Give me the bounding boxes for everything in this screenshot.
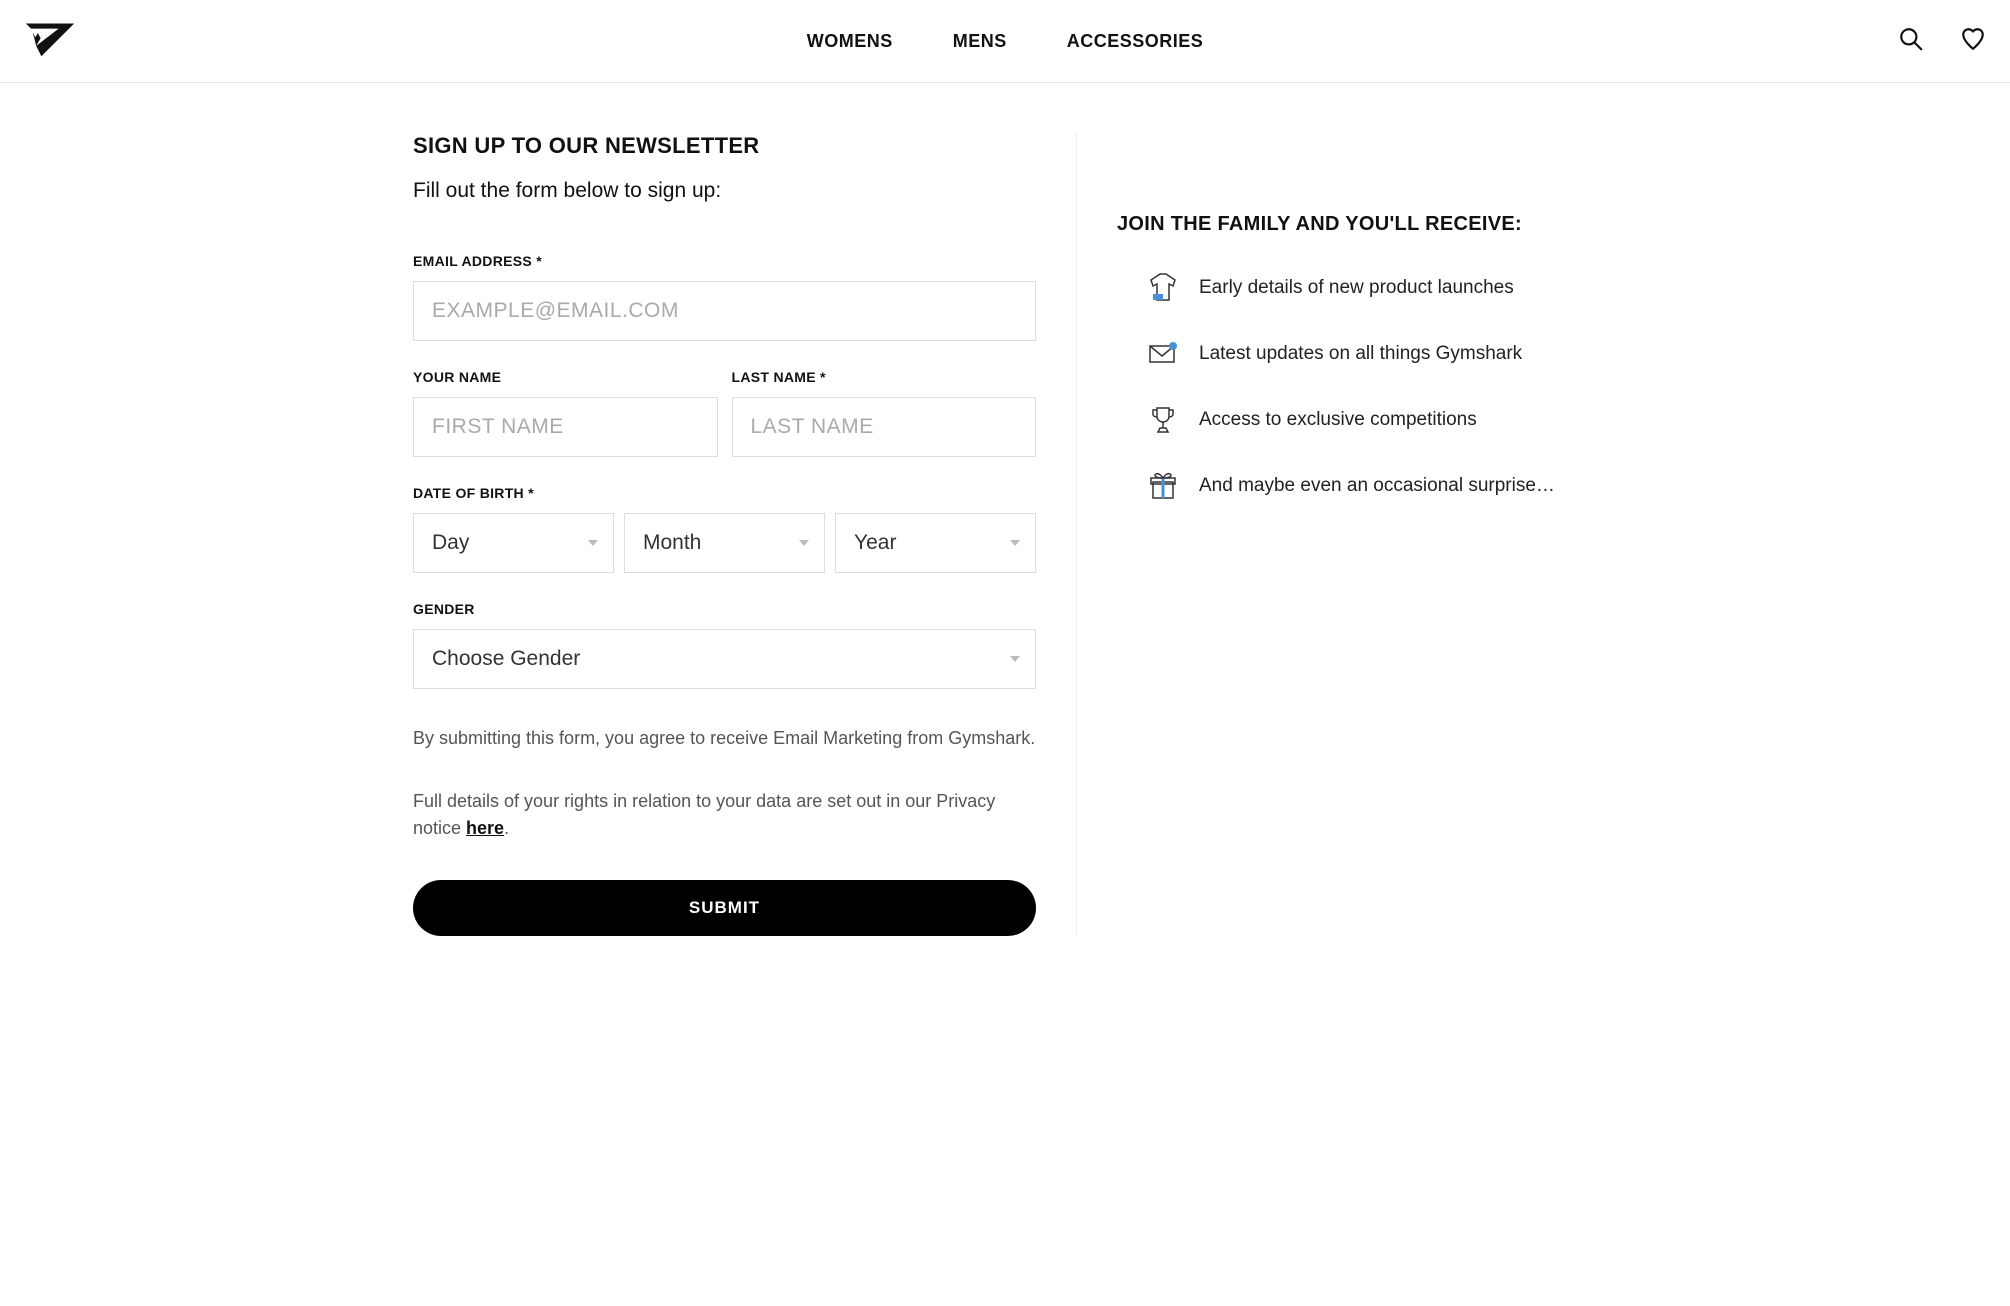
disclaimer-privacy: Full details of your rights in relation … [413, 788, 1036, 842]
gift-icon [1147, 470, 1179, 502]
firstname-input[interactable] [413, 397, 718, 457]
email-label: EMAIL ADDRESS * [413, 253, 1036, 269]
lastname-field-group: LAST NAME * [732, 369, 1037, 457]
submit-button[interactable]: SUBMIT [413, 880, 1036, 936]
brand-logo[interactable] [24, 20, 76, 63]
gender-field-group: GENDER Choose Gender [413, 601, 1036, 689]
main-nav: WOMENS MENS ACCESSORIES [807, 31, 1204, 52]
wishlist-icon[interactable] [1960, 26, 1986, 57]
nav-mens[interactable]: MENS [953, 31, 1007, 52]
gender-label: GENDER [413, 601, 1036, 617]
benefit-item: Latest updates on all things Gymshark [1117, 338, 1605, 370]
trophy-icon [1147, 404, 1179, 436]
form-column: SIGN UP TO OUR NEWSLETTER Fill out the f… [405, 133, 1077, 936]
site-header: WOMENS MENS ACCESSORIES [0, 0, 2010, 83]
benefit-item: Early details of new product launches [1117, 272, 1605, 304]
benefit-item: Access to exclusive competitions [1117, 404, 1605, 436]
dob-label: DATE OF BIRTH * [413, 485, 1036, 501]
dob-year-select[interactable]: Year [835, 513, 1036, 573]
benefit-text: Early details of new product launches [1199, 277, 1514, 299]
benefit-text: Latest updates on all things Gymshark [1199, 343, 1522, 365]
page-title: SIGN UP TO OUR NEWSLETTER [413, 133, 1036, 159]
lastname-label: LAST NAME * [732, 369, 1037, 385]
nav-womens[interactable]: WOMENS [807, 31, 893, 52]
privacy-link[interactable]: here [466, 818, 504, 838]
header-icons [1898, 26, 1986, 57]
tshirt-icon [1147, 272, 1179, 304]
gender-select[interactable]: Choose Gender [413, 629, 1036, 689]
disclaimer-privacy-post: . [504, 818, 509, 838]
email-input[interactable] [413, 281, 1036, 341]
logo-icon [24, 20, 76, 58]
info-title: JOIN THE FAMILY AND YOU'LL RECEIVE: [1117, 213, 1605, 236]
page-container: SIGN UP TO OUR NEWSLETTER Fill out the f… [405, 83, 1605, 986]
mail-icon [1147, 338, 1179, 370]
dob-field-group: DATE OF BIRTH * Day Month Year [413, 485, 1036, 573]
nav-accessories[interactable]: ACCESSORIES [1067, 31, 1204, 52]
search-icon[interactable] [1898, 26, 1924, 57]
info-column: JOIN THE FAMILY AND YOU'LL RECEIVE: Earl… [1077, 133, 1605, 936]
lastname-input[interactable] [732, 397, 1037, 457]
firstname-field-group: YOUR NAME [413, 369, 718, 457]
benefit-item: And maybe even an occasional surprise… [1117, 470, 1605, 502]
benefit-text: Access to exclusive competitions [1199, 409, 1477, 431]
email-field-group: EMAIL ADDRESS * [413, 253, 1036, 341]
benefit-text: And maybe even an occasional surprise… [1199, 475, 1555, 497]
dob-day-select[interactable]: Day [413, 513, 614, 573]
firstname-label: YOUR NAME [413, 369, 718, 385]
page-subtitle: Fill out the form below to sign up: [413, 179, 1036, 203]
dob-month-select[interactable]: Month [624, 513, 825, 573]
disclaimer-consent: By submitting this form, you agree to re… [413, 725, 1036, 752]
